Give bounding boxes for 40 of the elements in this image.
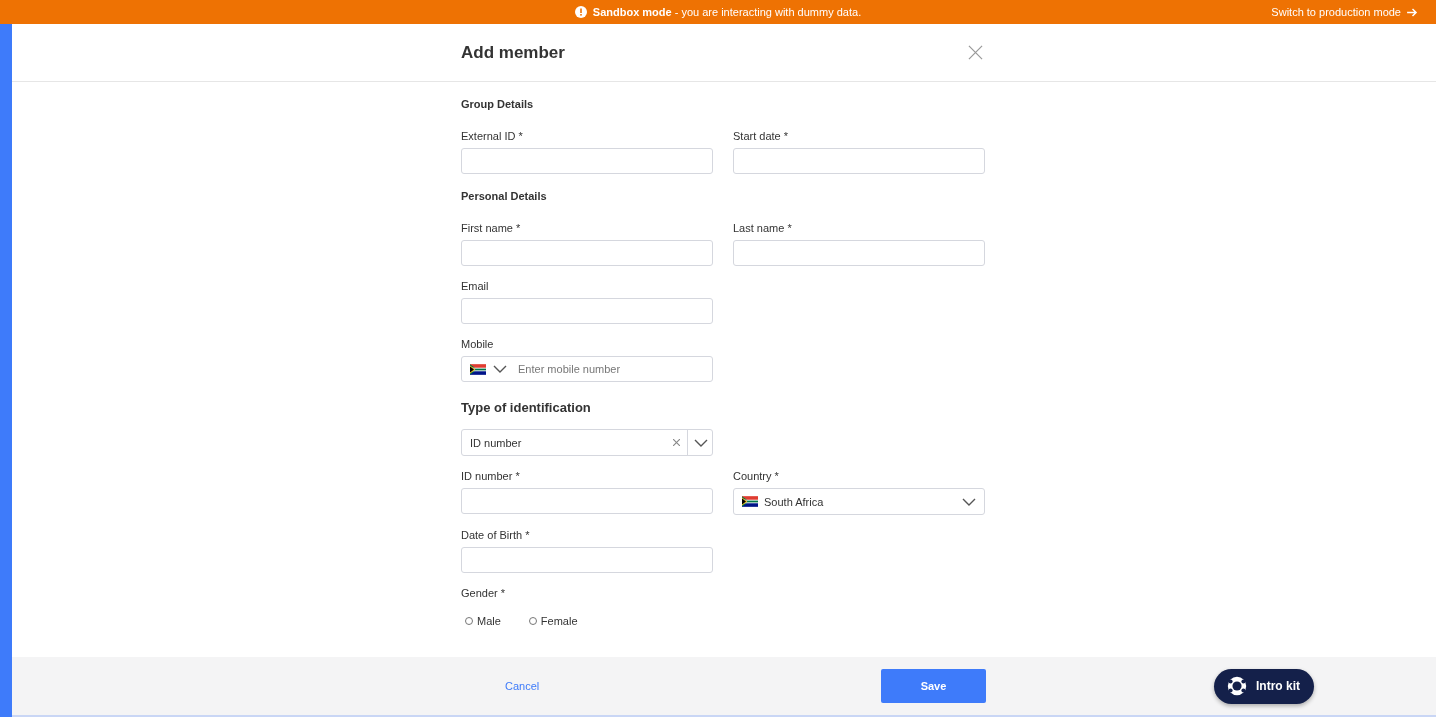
save-button[interactable]: Save [881,669,986,703]
text-input[interactable] [461,488,713,514]
text-input[interactable] [461,298,713,324]
gender-radio[interactable]: Female [528,615,578,627]
id-type-select[interactable]: ID number [461,429,713,456]
field-label: First name * [461,222,522,234]
section-heading: Type of identification [461,400,592,415]
field-label: Last name * [733,222,793,234]
arrow-right-icon [1407,7,1418,17]
text-input[interactable] [733,240,985,266]
field-label: Start date * [733,130,790,142]
close-icon[interactable] [968,45,983,60]
text-input[interactable] [461,240,713,266]
gender-radio[interactable]: Male [465,615,501,627]
cancel-button[interactable]: Cancel [499,679,546,693]
sandbox-message: Sandbox mode - you are interacting with dummy data. [592,6,862,18]
text-input[interactable] [461,148,713,174]
chevron-down-icon [493,365,507,373]
field-label: Date of Birth * [461,529,531,541]
chevron-down-icon [962,497,976,506]
dialog-title: Add member [461,42,565,63]
lifebuoy-icon [1226,675,1248,697]
clear-icon[interactable] [673,439,680,446]
field-label: ID number * [461,470,521,482]
intro-kit-button[interactable]: Intro kit [1214,668,1314,704]
south-africa-flag-icon [742,496,758,507]
field-label: Mobile [461,338,495,350]
south-africa-flag-icon [470,363,486,375]
field-label: Country * [733,470,780,482]
alert-icon [574,6,587,18]
text-input[interactable] [461,547,713,573]
section-heading: Personal Details [461,190,548,202]
section-heading: Group Details [461,98,535,110]
text-input[interactable] [733,148,985,174]
field-label: External ID * [461,130,524,142]
chevron-down-icon [694,438,708,447]
mobile-field[interactable]: Enter mobile number [461,356,713,382]
field-label: Email [461,280,490,292]
field-label: Gender * [461,587,507,599]
country-select[interactable]: South Africa [733,488,985,515]
